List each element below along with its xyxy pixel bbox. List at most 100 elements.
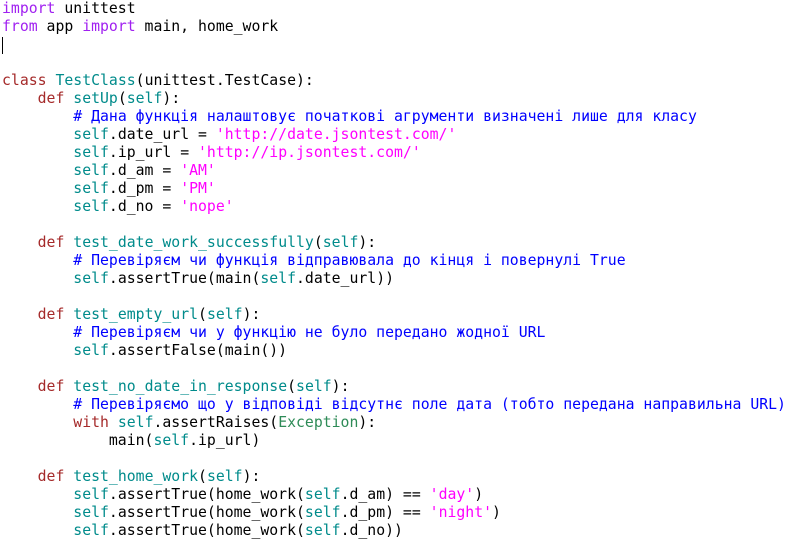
code-line[interactable]: def test_date_work_successfully(self): xyxy=(2,234,800,252)
code-line[interactable] xyxy=(2,360,800,378)
code-token: test_date_work_successfully xyxy=(73,234,314,251)
code-line[interactable]: self.date_url = 'http://date.jsontest.co… xyxy=(2,126,800,144)
code-token: .assertTrue(home_work( xyxy=(108,486,305,503)
code-line[interactable] xyxy=(2,36,800,54)
code-token: .ip_url) xyxy=(189,432,261,449)
code-line[interactable]: self.ip_url = 'http://ip.jsontest.com/' xyxy=(2,144,800,162)
code-line[interactable]: main(self.ip_url) xyxy=(2,432,800,450)
code-line[interactable]: self.assertTrue(home_work(self.d_no)) xyxy=(2,522,800,540)
code-line[interactable]: def test_empty_url(self): xyxy=(2,306,800,324)
code-line[interactable] xyxy=(2,54,800,72)
code-token: # Дана функція налаштовує початкові агру… xyxy=(73,108,697,125)
code-token: with xyxy=(73,414,109,431)
code-line[interactable]: import unittest xyxy=(2,0,800,18)
code-token: .ip_url = xyxy=(108,144,199,161)
code-token: main( xyxy=(2,432,154,449)
code-line[interactable]: self.d_no = 'nope' xyxy=(2,198,800,216)
code-token: # Перевіряєм чи у функцію не було переда… xyxy=(73,324,546,341)
code-editor[interactable]: import unittest from app import main, hom… xyxy=(2,0,800,546)
code-line[interactable] xyxy=(2,288,800,306)
code-token: .d_am = xyxy=(108,162,181,179)
code-token: .d_pm) == xyxy=(340,504,430,521)
code-line[interactable]: self.assertFalse(main()) xyxy=(2,342,800,360)
code-token: .d_no)) xyxy=(340,522,403,539)
code-token: app xyxy=(37,18,83,35)
code-token: setUp xyxy=(73,90,118,107)
code-token: from xyxy=(2,18,38,35)
code-token: class xyxy=(2,72,47,89)
code-token: ): xyxy=(331,378,350,395)
code-token: def xyxy=(37,468,65,485)
code-line[interactable]: self.assertTrue(home_work(self.d_pm) == … xyxy=(2,504,800,522)
code-token: .d_pm = xyxy=(108,180,181,197)
code-line[interactable]: # Перевіряємо що у відповіді відсутнє по… xyxy=(2,396,800,414)
code-line[interactable] xyxy=(2,216,800,234)
code-line[interactable] xyxy=(2,450,800,468)
code-line[interactable]: with self.assertRaises(Exception): xyxy=(2,414,800,432)
code-token: import xyxy=(2,0,56,17)
code-token: self xyxy=(73,126,109,143)
code-line[interactable]: def setUp(self): xyxy=(2,90,800,108)
code-token: self xyxy=(260,270,297,287)
code-line[interactable]: # Дана функція налаштовує початкові агру… xyxy=(2,108,800,126)
code-line[interactable]: # Перевіряєм чи у функцію не було переда… xyxy=(2,324,800,342)
code-token: ( xyxy=(117,90,127,107)
code-token: .assertFalse(main()) xyxy=(108,342,288,359)
code-token: import xyxy=(82,18,136,35)
code-token: 'nope' xyxy=(180,198,234,215)
code-token: (unittest.TestCase): xyxy=(135,72,314,89)
code-token: 'night' xyxy=(429,504,493,521)
code-token: .assertRaises( xyxy=(153,414,279,431)
code-token: .d_no = xyxy=(108,198,181,215)
code-token: self xyxy=(206,468,243,485)
code-token: self xyxy=(73,270,109,287)
text-caret xyxy=(2,37,3,54)
code-line[interactable]: # Перевіряєм чи функція відправювала до … xyxy=(2,252,800,270)
code-token: ): xyxy=(242,468,261,485)
code-token: .assertTrue(home_work( xyxy=(108,504,305,521)
code-token: .date_url = xyxy=(108,126,216,143)
code-token: 'http://date.jsontest.com/' xyxy=(215,126,457,143)
code-token: self xyxy=(304,522,341,539)
code-token: test_no_date_in_response xyxy=(73,378,288,395)
code-token: TestClass xyxy=(55,72,136,89)
code-line[interactable]: class TestClass(unittest.TestCase): xyxy=(2,72,800,90)
code-line[interactable]: self.assertTrue(main(self.date_url)) xyxy=(2,270,800,288)
code-token: self xyxy=(73,162,109,179)
code-token: self xyxy=(304,504,341,521)
code-token: self xyxy=(322,234,359,251)
code-token: self xyxy=(73,522,109,539)
code-token: self xyxy=(73,198,109,215)
code-line[interactable]: self.assertTrue(home_work(self.d_am) == … xyxy=(2,486,800,504)
code-token: # Перевіряємо що у відповіді відсутнє по… xyxy=(73,396,786,413)
code-line[interactable]: def test_no_date_in_response(self): xyxy=(2,378,800,396)
code-token: # Перевіряєм чи функція відправювала до … xyxy=(73,252,626,269)
code-token: ) xyxy=(474,486,484,503)
code-token: 'AM' xyxy=(180,162,216,179)
code-line[interactable]: def test_home_work(self): xyxy=(2,468,800,486)
code-token: ) xyxy=(492,504,501,521)
code-line[interactable]: self.d_am = 'AM' xyxy=(2,162,800,180)
code-token: ( xyxy=(198,468,207,485)
code-token: def xyxy=(37,234,65,251)
code-token: def xyxy=(37,306,65,323)
code-token: self xyxy=(73,504,109,521)
code-line[interactable]: self.d_pm = 'PM' xyxy=(2,180,800,198)
code-line[interactable]: from app import main, home_work xyxy=(2,18,800,36)
